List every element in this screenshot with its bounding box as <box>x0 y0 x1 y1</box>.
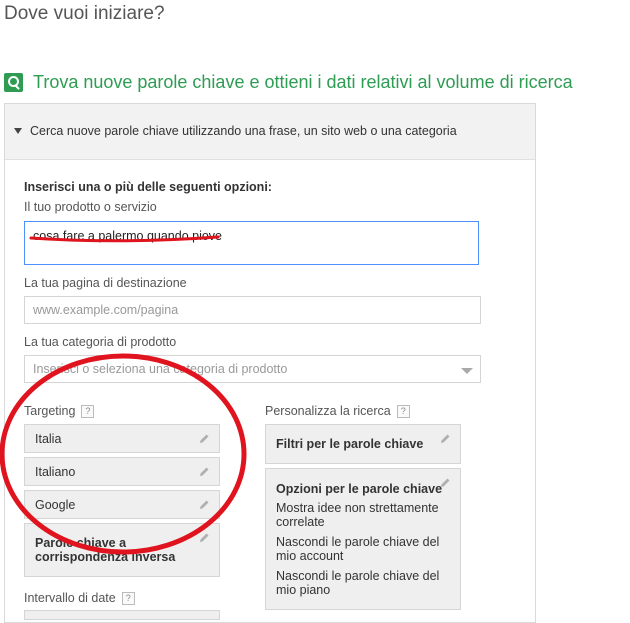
circle-annotation <box>0 353 247 555</box>
underline-annotation <box>29 235 220 243</box>
annotation-overlay <box>0 235 247 555</box>
